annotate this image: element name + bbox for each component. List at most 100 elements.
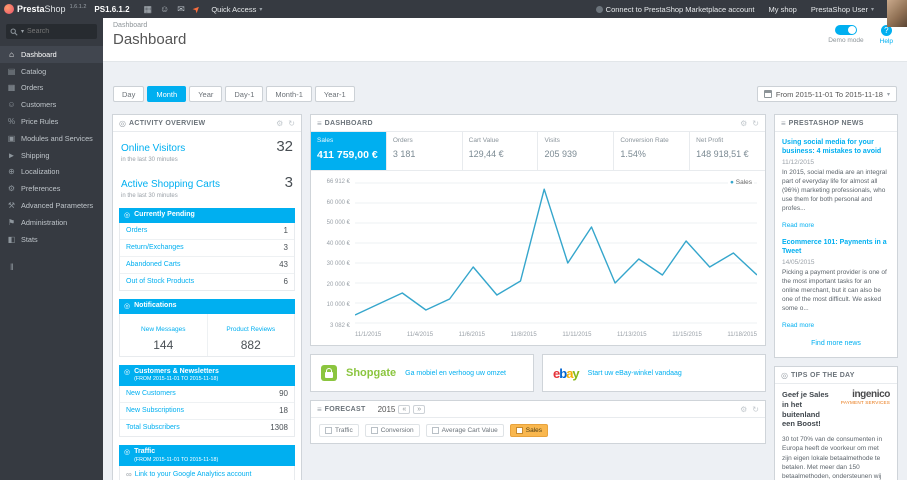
- shopgate-link[interactable]: Ga mobiel en verhoog uw omzet: [405, 370, 506, 377]
- sidebar-item-localization[interactable]: ⊕ Localization: [0, 164, 103, 181]
- sidebar-item-catalog[interactable]: ▤ Catalog: [0, 63, 103, 80]
- search-input[interactable]: [27, 28, 86, 35]
- new-messages-link[interactable]: New Messages: [141, 326, 185, 333]
- forecast-legend-traffic[interactable]: Traffic: [319, 424, 359, 437]
- sidebar-item-stats[interactable]: ◧ Stats: [0, 231, 103, 248]
- sidebar-search[interactable]: ▾: [6, 24, 97, 39]
- ebay-promo[interactable]: ebay Start uw eBay-winkel vandaag: [542, 354, 766, 392]
- read-more-link[interactable]: Read more: [782, 222, 814, 229]
- online-visitors-link[interactable]: Online Visitors: [121, 143, 185, 154]
- sidebar-item-administration[interactable]: ⚑ Administration: [0, 214, 103, 231]
- gear-icon[interactable]: ⚙: [740, 405, 747, 414]
- sidebar-item-modules-and-services[interactable]: ▣ Modules and Services: [0, 130, 103, 147]
- modules-icon: ▣: [7, 133, 16, 143]
- filter-month-1-button[interactable]: Month-1: [266, 86, 312, 102]
- refresh-icon[interactable]: ↻: [752, 119, 759, 128]
- messages-notification-icon[interactable]: ✉: [177, 4, 185, 15]
- gear-icon[interactable]: ⚙: [276, 119, 283, 128]
- pending-orders-link[interactable]: Orders: [126, 227, 147, 234]
- shipping-icon: ►: [7, 150, 16, 160]
- read-more-link[interactable]: Read more: [782, 322, 814, 329]
- orders-notification-icon[interactable]: ▦: [144, 4, 153, 15]
- product-reviews-link[interactable]: Product Reviews: [226, 326, 275, 333]
- news-item-title-link[interactable]: Using social media for your business: 4 …: [782, 138, 890, 156]
- forecast-prev-button[interactable]: «: [398, 404, 411, 414]
- refresh-icon[interactable]: ↻: [288, 119, 295, 128]
- kpi-orders[interactable]: Orders 3 181: [387, 132, 463, 170]
- sidebar-item-shipping[interactable]: ► Shipping: [0, 147, 103, 164]
- forecast-next-button[interactable]: »: [413, 404, 426, 414]
- new-subscriptions-link[interactable]: New Subscriptions: [126, 407, 184, 414]
- user-menu[interactable]: PrestaShop User ▾: [811, 5, 874, 14]
- administration-icon: ⚑: [7, 217, 16, 227]
- marketplace-link[interactable]: Connect to PrestaShop Marketplace accoun…: [595, 5, 755, 14]
- kpi-row: Sales 411 759,00 € Orders 3 181 Cart Value…: [311, 132, 765, 171]
- kpi-sales[interactable]: Sales 411 759,00 €: [311, 132, 387, 170]
- demo-mode-toggle[interactable]: [834, 25, 857, 35]
- filter-year-1-button[interactable]: Year-1: [314, 86, 355, 102]
- search-scope-caret-icon[interactable]: ▾: [21, 28, 24, 35]
- page-header: Dashboard Dashboard Demo mode ? Help: [103, 18, 907, 62]
- date-range-picker[interactable]: From 2015-11-01 To 2015-11-18 ▾: [756, 86, 897, 102]
- y-tick-label: 60 000 €: [326, 199, 350, 206]
- gear-icon[interactable]: ⚙: [740, 119, 747, 128]
- kpi-net-profit[interactable]: Net Profit 148 918,51 €: [690, 132, 765, 170]
- ingenico-brand-sub: payment services: [840, 400, 890, 406]
- google-analytics-link[interactable]: Link to your Google Analytics account: [135, 471, 252, 478]
- checkbox-icon: [370, 427, 378, 434]
- breadcrumb[interactable]: Dashboard: [113, 22, 897, 29]
- ebay-link[interactable]: Start uw eBay-winkel vandaag: [588, 370, 682, 377]
- news-item-title-link[interactable]: Ecommerce 101: Payments in a Tweet: [782, 238, 890, 256]
- customers-icon: ☺: [7, 100, 16, 110]
- quick-access-menu[interactable]: Quick Access ▾: [211, 5, 262, 14]
- abandoned-carts-link[interactable]: Abandoned Carts: [126, 261, 180, 268]
- x-tick-label: 11/6/2015: [458, 332, 485, 338]
- refresh-icon[interactable]: ↻: [752, 405, 759, 414]
- forecast-legend-average-cart-value[interactable]: Average Cart Value: [425, 424, 504, 437]
- sidebar-item-price-rules[interactable]: % Price Rules: [0, 113, 103, 130]
- sidebar-item-label: Modules and Services: [21, 133, 93, 143]
- new-customers-link[interactable]: New Customers: [126, 390, 176, 397]
- sidebar-item-advanced-parameters[interactable]: ⚒ Advanced Parameters: [0, 197, 103, 214]
- sidebar-item-label: Administration: [21, 217, 68, 227]
- user-avatar[interactable]: [887, 0, 907, 27]
- active-carts-link[interactable]: Active Shopping Carts: [121, 179, 220, 190]
- online-visitors-sub: in the last 30 minutes: [121, 157, 178, 163]
- shopgate-promo[interactable]: Shopgate Ga mobiel en verhoog uw omzet: [310, 354, 534, 392]
- link-icon: ∞: [126, 469, 132, 479]
- forecast-legend-sales[interactable]: Sales: [509, 424, 548, 437]
- pending-returns-link[interactable]: Return/Exchanges: [126, 244, 184, 251]
- user-menu-label: PrestaShop User: [810, 4, 868, 14]
- demo-mode-label: Demo mode: [828, 37, 864, 44]
- total-subscribers-link[interactable]: Total Subscribers: [126, 424, 180, 431]
- sidebar-item-dashboard[interactable]: ⌂ Dashboard: [0, 46, 103, 63]
- filter-month-button[interactable]: Month: [147, 86, 187, 102]
- header-right: Demo mode ? Help: [828, 25, 893, 45]
- ebay-logo-icon: ebay: [553, 365, 580, 381]
- sidebar-item-label: Advanced Parameters: [21, 201, 94, 211]
- forecast-legend-conversion[interactable]: Conversion: [364, 424, 420, 437]
- sidebar-item-orders[interactable]: ▦ Orders: [0, 80, 103, 97]
- find-more-news-link[interactable]: Find more news: [782, 338, 890, 355]
- kpi-visits[interactable]: Visits 205 939: [538, 132, 615, 170]
- pending-row: Return/Exchanges 3: [120, 240, 294, 257]
- filter-day-button[interactable]: Day: [113, 86, 145, 102]
- sidebar-item-customers[interactable]: ☺ Customers: [0, 96, 103, 113]
- my-shop-link[interactable]: My shop: [769, 5, 797, 14]
- rocket-icon[interactable]: ➤: [190, 2, 203, 15]
- filter-day-1-button[interactable]: Day-1: [225, 86, 264, 102]
- activity-overview-title: ACTIVITY OVERVIEW: [128, 119, 206, 127]
- news-panel-title: PRESTASHOP NEWS: [788, 119, 864, 127]
- date-range-label: From 2015-11-01 To 2015-11-18: [775, 89, 883, 99]
- out-of-stock-link[interactable]: Out of Stock Products: [126, 278, 194, 285]
- shop-name-menu[interactable]: PS1.6.1.2: [94, 5, 129, 14]
- kpi-cart-value[interactable]: Cart Value 129,44 €: [463, 132, 539, 170]
- kpi-conversion-rate[interactable]: Conversion Rate 1.54%: [614, 132, 691, 170]
- x-tick-label: 11/18/2015: [727, 332, 757, 338]
- prestashop-logo[interactable]: PrestaShop 1.6.1.2: [4, 4, 86, 14]
- sidebar-item-preferences[interactable]: ⚙ Preferences: [0, 180, 103, 197]
- customers-notification-icon[interactable]: ☺: [160, 4, 169, 14]
- sidebar-collapse-button[interactable]: ‖: [10, 262, 103, 272]
- forecast-panel-icon: ≡: [317, 404, 322, 414]
- filter-year-button[interactable]: Year: [189, 86, 223, 102]
